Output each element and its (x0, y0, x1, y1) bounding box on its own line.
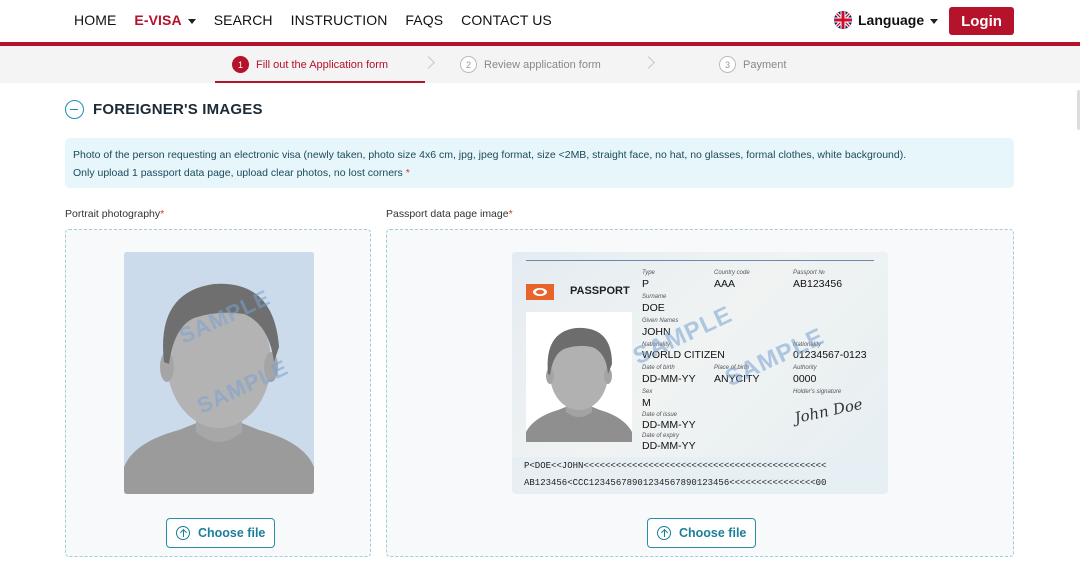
authority-value: 0000 (793, 373, 817, 385)
sex-label: Sex (642, 389, 653, 395)
info-notice: Photo of the person requesting an electr… (65, 138, 1014, 188)
step-number: 2 (460, 56, 477, 73)
step-number: 1 (232, 56, 249, 73)
step-label: Fill out the Application form (256, 58, 389, 71)
language-label: Language (858, 12, 925, 28)
nav-search[interactable]: SEARCH (214, 12, 273, 28)
passport-silhouette-icon (526, 327, 632, 442)
expiry-date-value: DD-MM-YY (642, 440, 696, 452)
top-navbar: HOME E-VISA SEARCH INSTRUCTION FAQS CONT… (0, 0, 1080, 42)
chevron-right-icon (642, 56, 655, 69)
country-code-value: AAA (714, 278, 736, 290)
sex-value: M (642, 397, 651, 409)
portrait-label: Portrait photography* (65, 208, 164, 220)
portrait-choose-file-button[interactable]: Choose file (166, 518, 276, 548)
step-label: Payment (743, 58, 787, 71)
passport-no-value: AB123456 (793, 278, 843, 290)
chevron-right-icon (422, 56, 435, 69)
given-names-label: Given Names (642, 318, 679, 324)
required-mark: * (508, 208, 513, 220)
login-button[interactable]: Login (949, 7, 1014, 35)
nav-faqs[interactable]: FAQS (405, 12, 443, 28)
active-step-underline (215, 81, 425, 83)
upload-arrow-icon (657, 526, 671, 540)
surname-value: DOE (642, 302, 665, 314)
portrait-label-text: Portrait photography (65, 208, 161, 220)
passport-label: Passport data page image* (386, 208, 513, 220)
portrait-upload-area[interactable]: SAMPLE SAMPLE Choose file (65, 229, 371, 557)
required-mark: * (405, 167, 410, 179)
step-number: 3 (719, 56, 736, 73)
uk-flag-icon (834, 11, 852, 29)
collapse-minus-icon[interactable] (65, 100, 84, 119)
nav-instruction[interactable]: INSTRUCTION (291, 12, 388, 28)
nav-evisa-label: E-VISA (134, 12, 182, 28)
country-code-label: Country code (714, 270, 750, 276)
expiry-date-label: Date of expiry (642, 433, 680, 439)
passport-upload-area[interactable]: PASSPORT Type P Surname DOE Given Names … (386, 229, 1014, 557)
main-nav: HOME E-VISA SEARCH INSTRUCTION FAQS CONT… (74, 12, 570, 28)
surname-label: Surname (642, 294, 667, 300)
upload-arrow-icon (176, 526, 190, 540)
passport-no-label: Passport № (793, 270, 825, 276)
step-payment[interactable]: 3 Payment (719, 56, 786, 73)
info-line-2: Only upload 1 passport data page, upload… (73, 167, 403, 179)
mrz-line-2: AB123456<CCC12345678901234567890123456<<… (524, 478, 827, 488)
passport-choose-file-button[interactable]: Choose file (647, 518, 757, 548)
info-line-1: Photo of the person requesting an electr… (73, 149, 907, 161)
type-label: Type (642, 270, 655, 276)
section-title-text: FOREIGNER'S IMAGES (93, 101, 263, 118)
language-selector[interactable]: Language (834, 11, 939, 29)
section-title: FOREIGNER'S IMAGES (65, 100, 263, 119)
holder-signature: John Doe (792, 395, 865, 427)
choose-file-label: Choose file (198, 526, 266, 540)
choose-file-label: Choose file (679, 526, 747, 540)
required-mark: * (160, 208, 165, 220)
nav-evisa[interactable]: E-VISA (134, 12, 196, 28)
step-fill-form[interactable]: 1 Fill out the Application form (232, 56, 388, 73)
nav-contact-us[interactable]: CONTACT US (461, 12, 552, 28)
authority-label: Authority (793, 365, 817, 371)
passport-label-text: Passport data page image (386, 208, 509, 220)
form-stepper: 1 Fill out the Application form 2 Review… (0, 46, 1080, 83)
mrz-line-1: P<DOE<<JOHN<<<<<<<<<<<<<<<<<<<<<<<<<<<<<… (524, 461, 827, 471)
info-line-2-wrap: Only upload 1 passport data page, upload… (73, 164, 1006, 182)
step-label: Review application form (484, 58, 601, 71)
signature-label: Holder's signature (793, 389, 842, 395)
passport-emblem-icon (526, 284, 554, 300)
passport-heading: PASSPORT (570, 285, 630, 297)
passport-top-line (526, 260, 874, 261)
caret-down-icon (187, 18, 196, 24)
nav-home[interactable]: HOME (74, 12, 116, 28)
caret-down-icon (930, 18, 939, 24)
issue-date-value: DD-MM-YY (642, 419, 696, 431)
issue-date-label: Date of issue (642, 412, 678, 418)
portrait-sample-image: SAMPLE SAMPLE (124, 252, 314, 494)
passport-photo (526, 312, 632, 442)
passport-sample-image: PASSPORT Type P Surname DOE Given Names … (512, 252, 888, 494)
step-review-form[interactable]: 2 Review application form (460, 56, 601, 73)
dob-value: DD-MM-YY (642, 373, 696, 385)
type-value: P (642, 278, 650, 290)
